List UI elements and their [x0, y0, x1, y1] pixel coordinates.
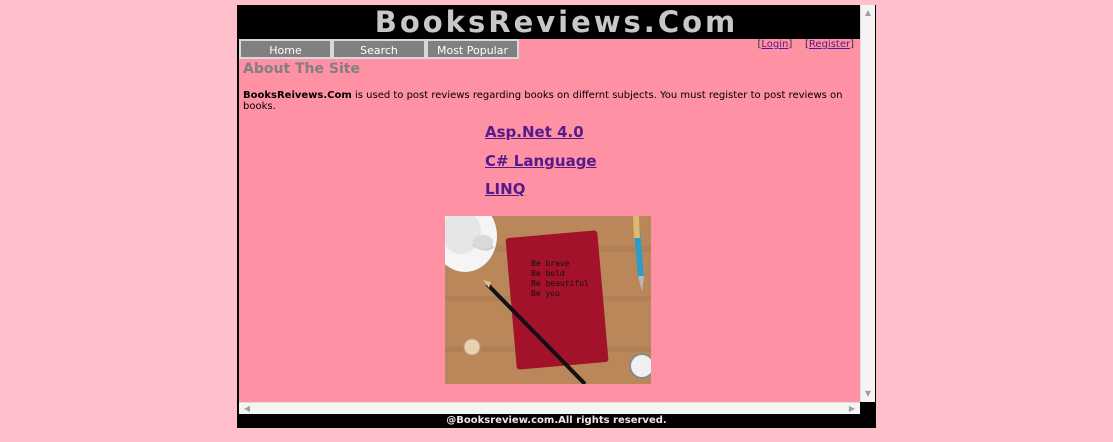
notebook-photo: Be brave Be bold Be beautiful Be you: [445, 216, 651, 384]
about-paragraph: BooksReivews.Com is used to post reviews…: [243, 90, 843, 112]
notebook-line-4: Be you: [531, 289, 560, 298]
login-link[interactable]: Login: [761, 39, 788, 50]
site-frame: BooksReviews.Com Home Search Most Popula…: [237, 5, 876, 428]
main-content: Home Search Most Popular [Login] [Regist…: [239, 39, 860, 402]
about-brand: BooksReivews.Com: [243, 90, 352, 101]
vertical-scrollbar[interactable]: ▲ ▼: [860, 5, 875, 402]
register-bracket: ]: [850, 39, 854, 50]
notebook-line-2: Be bold: [531, 269, 565, 278]
login-bracket: ]: [788, 39, 793, 50]
nav-home-button[interactable]: Home: [239, 39, 332, 59]
notebook-line-1: Be brave: [531, 259, 570, 268]
scroll-up-icon[interactable]: ▲: [861, 7, 875, 19]
horizontal-scrollbar[interactable]: ◀ ▶: [239, 402, 860, 414]
about-heading: About The Site: [243, 61, 360, 77]
site-footer: @Booksreview.com.All rights reserved.: [237, 414, 876, 428]
book-link-csharp[interactable]: C# Language: [485, 152, 597, 170]
nav-search-button[interactable]: Search: [332, 39, 426, 59]
auth-links: [Login] [Register]: [758, 39, 855, 50]
scroll-left-icon[interactable]: ◀: [241, 403, 253, 414]
site-title: BooksReviews.Com: [237, 5, 876, 39]
scroll-right-icon[interactable]: ▶: [846, 403, 858, 414]
book-link-aspnet[interactable]: Asp.Net 4.0: [485, 123, 584, 141]
notebook-line-3: Be beautiful: [531, 279, 589, 288]
book-link-linq[interactable]: LINQ: [485, 180, 525, 198]
nav-most-popular-button[interactable]: Most Popular: [426, 39, 519, 59]
scroll-down-icon[interactable]: ▼: [861, 388, 875, 400]
register-link[interactable]: Register: [809, 39, 850, 50]
